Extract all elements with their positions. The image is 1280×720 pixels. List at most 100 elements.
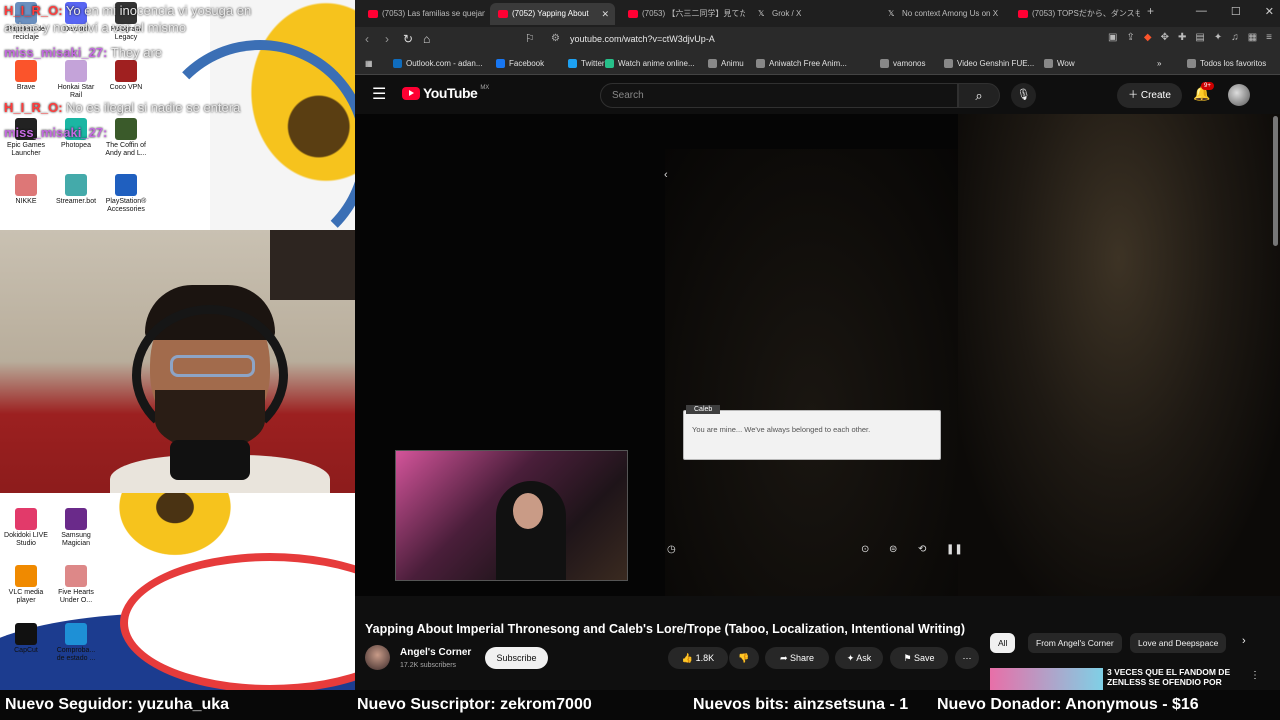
youtube-play-icon	[402, 86, 420, 100]
site-info-icon[interactable]: ⚙	[551, 33, 560, 44]
bookmark-twitter[interactable]: Twitter	[568, 52, 605, 75]
desktop-icon-status-check[interactable]: Comproba... de estado ...	[52, 623, 100, 663]
ticker-donor: Nuevo Donador: Anonymous - $16	[937, 696, 1199, 713]
apps-icon[interactable]: ▦	[365, 52, 373, 75]
home-icon[interactable]: ⌂	[423, 32, 430, 46]
search-button[interactable]: ⌕	[958, 83, 1000, 108]
bookmark-animu[interactable]: Animu	[708, 52, 744, 75]
sparkle-icon: ✦	[846, 653, 855, 663]
share-button[interactable]: ➦ Share	[765, 647, 829, 669]
stream-alert-ticker: Nuevo Seguidor: yuzuha_uka Nuevo Suscrip…	[0, 690, 1280, 720]
bookmarks-overflow-icon[interactable]: »	[1157, 52, 1161, 75]
channel-avatar[interactable]	[365, 645, 390, 670]
pause-icon[interactable]: ❚❚	[946, 544, 963, 555]
recommendation-title[interactable]: 3 VECES QUE EL FANDOM DE ZENLESS SE OFEN…	[1107, 667, 1257, 687]
wallet-icon[interactable]: ▦	[1248, 32, 1257, 43]
chevron-right-icon[interactable]: ›	[1242, 635, 1246, 647]
brave-shield-icon[interactable]: ◆	[1144, 32, 1152, 43]
browser-tab[interactable]: (7053) 【六三二同学】見てた	[620, 3, 745, 25]
bookmark-icon: ⚑	[903, 653, 912, 663]
channel-name[interactable]: Angel's Corner	[400, 647, 471, 658]
bookmark-aniwatch[interactable]: Aniwatch Free Anim...	[756, 52, 847, 75]
dialog-text: You are mine... We've always belonged to…	[692, 425, 871, 434]
hamburger-menu-icon[interactable]: ☰	[372, 84, 386, 104]
video-title: Yapping About Imperial Thronesong and Ca…	[365, 622, 965, 636]
glasses	[170, 355, 255, 377]
menu-icon[interactable]: ≡	[1266, 32, 1272, 43]
browser-tab[interactable]: 𝕏 No context Among Us on X	[880, 3, 1005, 25]
youtube-logo[interactable]: YouTube MX	[402, 85, 489, 101]
history-icon[interactable]: ⟲	[918, 544, 926, 555]
twitter-icon	[568, 59, 577, 68]
desktop-icon-honkai[interactable]: Honkai Star Rail	[52, 60, 100, 100]
browser-tab[interactable]: 𝕏 Grok / X	[750, 3, 875, 25]
chip-channel[interactable]: From Angel's Corner	[1028, 633, 1122, 653]
maximize-icon[interactable]: ☐	[1231, 5, 1241, 18]
desktop-icon-nikke[interactable]: NIKKE	[2, 174, 50, 206]
more-vertical-icon[interactable]: ⋮	[1250, 670, 1260, 681]
desktop-icon-five-hearts[interactable]: Five Hearts Under O...	[52, 565, 100, 605]
folder-icon	[880, 59, 889, 68]
extension-icon[interactable]: ✥	[1161, 32, 1169, 43]
heartbeat-icon	[65, 623, 87, 645]
puzzle-icon[interactable]: ✚	[1178, 32, 1186, 43]
dislike-button[interactable]: 👎	[729, 647, 759, 669]
clock-icon[interactable]: ◷	[667, 544, 676, 555]
bookmark-anime[interactable]: Watch anime online...	[605, 52, 695, 75]
share-icon[interactable]: ⇪	[1126, 32, 1134, 43]
desktop-icon-playstation[interactable]: PlayStation® Accessories	[102, 174, 150, 214]
bookmark-outlook[interactable]: Outlook.com - adan...	[393, 52, 482, 75]
save-button[interactable]: ⚑ Save	[890, 647, 948, 669]
recommendation-thumbnail[interactable]	[990, 668, 1103, 690]
video-player[interactable]: ‹ Caleb You are mine... We've always bel…	[355, 114, 1280, 596]
page-scrollbar[interactable]	[1273, 116, 1278, 246]
folder-icon	[1044, 59, 1053, 68]
plus-icon: ＋	[1128, 90, 1139, 101]
anime-site-icon	[605, 59, 614, 68]
camera-icon[interactable]: ⊙	[861, 544, 869, 555]
desktop-icon-streamerbot[interactable]: Streamer.bot	[52, 174, 100, 206]
browser-tab[interactable]: (7053) Las familias se quejan	[360, 3, 485, 25]
bookmark-folder-vamonos[interactable]: vamonos	[880, 52, 925, 75]
search-input[interactable]: Search	[600, 83, 958, 108]
chip-topic[interactable]: Love and Deepspace	[1130, 633, 1227, 653]
desktop-icon-capcut[interactable]: CapCut	[2, 623, 50, 655]
subtitles-icon[interactable]: ⊜	[889, 544, 897, 555]
back-icon[interactable]: ‹	[365, 32, 369, 46]
like-button[interactable]: 👍 1.8K	[668, 647, 728, 669]
music-icon[interactable]: ♫	[1231, 32, 1239, 43]
all-bookmarks[interactable]: Todos los favoritos	[1187, 52, 1266, 75]
bookmark-folder-wow[interactable]: Wow	[1044, 52, 1075, 75]
more-actions-button[interactable]: ⋯	[955, 647, 979, 669]
desktop-icon-brave[interactable]: Brave	[2, 60, 50, 92]
url-field[interactable]: youtube.com/watch?v=ctW3djvUp-A	[570, 27, 715, 52]
extension-icon[interactable]: ▣	[1108, 32, 1117, 43]
chip-all[interactable]: All	[990, 633, 1016, 653]
new-tab-button[interactable]: +	[1147, 4, 1154, 18]
browser-tab[interactable]: (7053) TOPSだから、ダンスも...	[1010, 3, 1140, 25]
subscribe-button[interactable]: Subscribe	[485, 647, 548, 669]
honkai-icon	[65, 60, 87, 82]
ai-icon[interactable]: ✦	[1214, 32, 1222, 43]
desktop-icon-samsung[interactable]: Samsung Magician	[52, 508, 100, 548]
desktop-icon-vlc[interactable]: VLC media player	[2, 565, 50, 605]
voice-search-button[interactable]: 🎙	[1011, 83, 1036, 108]
bookmark-facebook[interactable]: Facebook	[496, 52, 544, 75]
bookmark-page-icon[interactable]: ⚐	[525, 32, 535, 45]
close-tab-icon[interactable]: ✕	[601, 3, 609, 25]
pip-face	[513, 493, 543, 529]
close-window-icon[interactable]: ✕	[1265, 5, 1274, 18]
desktop-icon-coffin[interactable]: The Coffin of Andy and L...	[102, 118, 150, 158]
ask-button[interactable]: ✦ Ask	[835, 647, 883, 669]
forward-icon[interactable]: ›	[385, 32, 389, 46]
desktop-icon-vpn[interactable]: Coco VPN	[102, 60, 150, 92]
minimize-icon[interactable]: —	[1196, 5, 1207, 18]
create-button[interactable]: ＋ Create	[1117, 83, 1182, 108]
sidebar-icon[interactable]: ▤	[1195, 32, 1204, 43]
bookmark-folder-genshin[interactable]: Video Genshin FUE...	[944, 52, 1034, 75]
reload-icon[interactable]: ↻	[403, 32, 413, 46]
account-avatar[interactable]	[1228, 84, 1250, 106]
browser-tab-active[interactable]: (7052) Yapping About ✕	[490, 3, 615, 25]
desktop-icon-dokidoki[interactable]: Dokidoki LIVE Studio	[2, 508, 50, 548]
address-bar-row: ‹ › ↻ ⌂ ⚐ ⚙ youtube.com/watch?v=ctW3djvU…	[355, 27, 1280, 52]
